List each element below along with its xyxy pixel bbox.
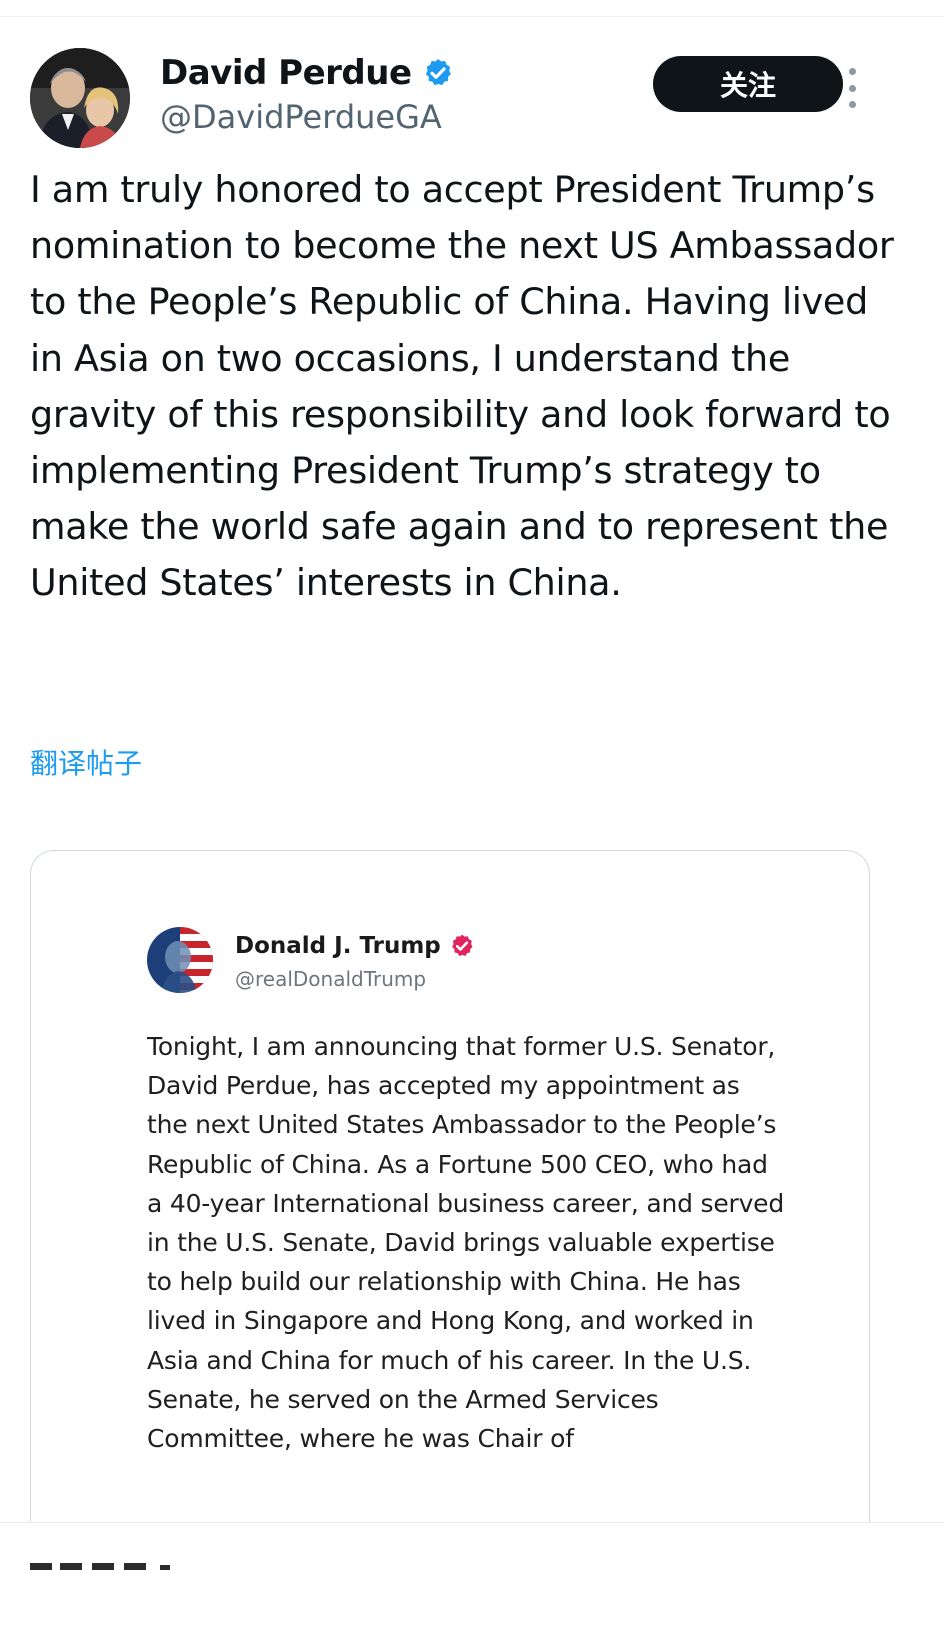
verified-badge-icon	[425, 59, 451, 86]
bottom-bar	[0, 1522, 944, 1646]
top-divider	[0, 16, 944, 17]
author-block: David Perdue @DavidPerdueGA	[160, 50, 454, 136]
flag-portrait-icon	[147, 927, 213, 993]
quoted-post-card[interactable]: Donald J. Trump @realDonaldTrump Tonight…	[30, 850, 870, 1612]
translate-post-link[interactable]: 翻译帖子	[30, 742, 142, 782]
quote-author-name: Donald J. Trump	[235, 933, 441, 959]
post-header: David Perdue @DavidPerdueGA 关注	[30, 46, 914, 148]
author-name[interactable]: David Perdue	[160, 53, 412, 93]
follow-button[interactable]: 关注	[653, 56, 843, 112]
avatar-photo-icon	[30, 48, 130, 148]
more-vertical-icon[interactable]	[835, 68, 869, 108]
quote-author-avatar	[147, 927, 213, 993]
verified-badge-icon	[451, 934, 473, 956]
author-name-row: David Perdue	[160, 50, 454, 96]
quote-name-row: Donald J. Trump	[235, 929, 475, 963]
author-handle[interactable]: @DavidPerdueGA	[160, 98, 454, 136]
cropped-bottom-text	[30, 1558, 230, 1570]
post-text: I am truly honored to accept President T…	[30, 168, 894, 605]
quote-text: Tonight, I am announcing that former U.S…	[147, 1032, 785, 1454]
author-avatar[interactable]	[30, 48, 130, 148]
cropped-text-icon	[30, 1563, 170, 1570]
bottom-divider	[0, 1522, 944, 1523]
quote-author-handle: @realDonaldTrump	[235, 967, 427, 991]
